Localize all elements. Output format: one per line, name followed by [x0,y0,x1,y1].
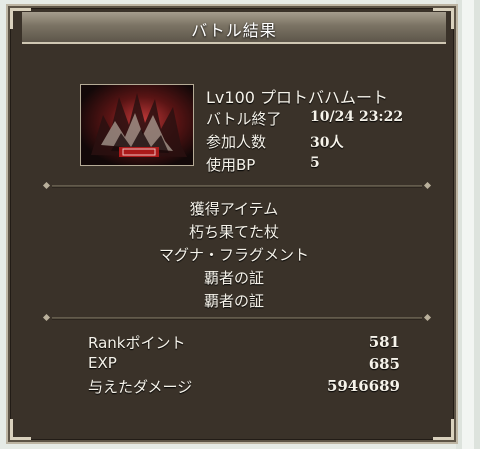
frame-corner-ornament [433,419,454,440]
background-band [462,0,474,449]
panel-title: バトル結果 [191,21,277,40]
boss-thumbnail [80,84,194,166]
bp-used-value: 5 [310,155,320,171]
loot-list: 獲得アイテム 朽ち果てた杖 マグナ・フラグメント 覇者の証 覇者の証 [22,198,446,313]
damage-dealt-label: 与えたダメージ [88,378,193,396]
page-background-strip [456,0,480,449]
loot-item: マグナ・フラグメント [158,246,309,264]
boss-art-image [81,85,193,165]
participants-label: 参加人数 [206,133,267,151]
participants-value: 30人 [310,135,344,151]
loot-item: 覇者の証 [203,292,264,310]
exp-label: EXP [88,354,117,372]
exp-value: 685 [368,355,400,373]
battle-end-label: バトル終了 [206,110,282,128]
loot-heading: 獲得アイテム [189,200,279,218]
battle-end-value: 10/24 23:22 [310,109,404,125]
rank-points-value: 581 [368,333,400,351]
rank-points-label: Rankポイント [88,334,186,352]
section-divider [42,314,432,322]
loot-item: 覇者の証 [203,269,264,287]
section-divider [42,182,432,190]
panel-header: バトル結果 [22,12,446,44]
loot-item: 朽ち果てた杖 [188,223,279,241]
bp-used-label: 使用BP [206,156,256,174]
boss-name: Lv100 プロトバハムート [206,88,389,107]
frame-corner-ornament [10,419,31,440]
battle-result-panel: バトル結果 Lv100 プロトバハムート バトル終了 10/24 23:22 参… [6,4,458,444]
damage-dealt-value: 5946689 [326,377,400,395]
